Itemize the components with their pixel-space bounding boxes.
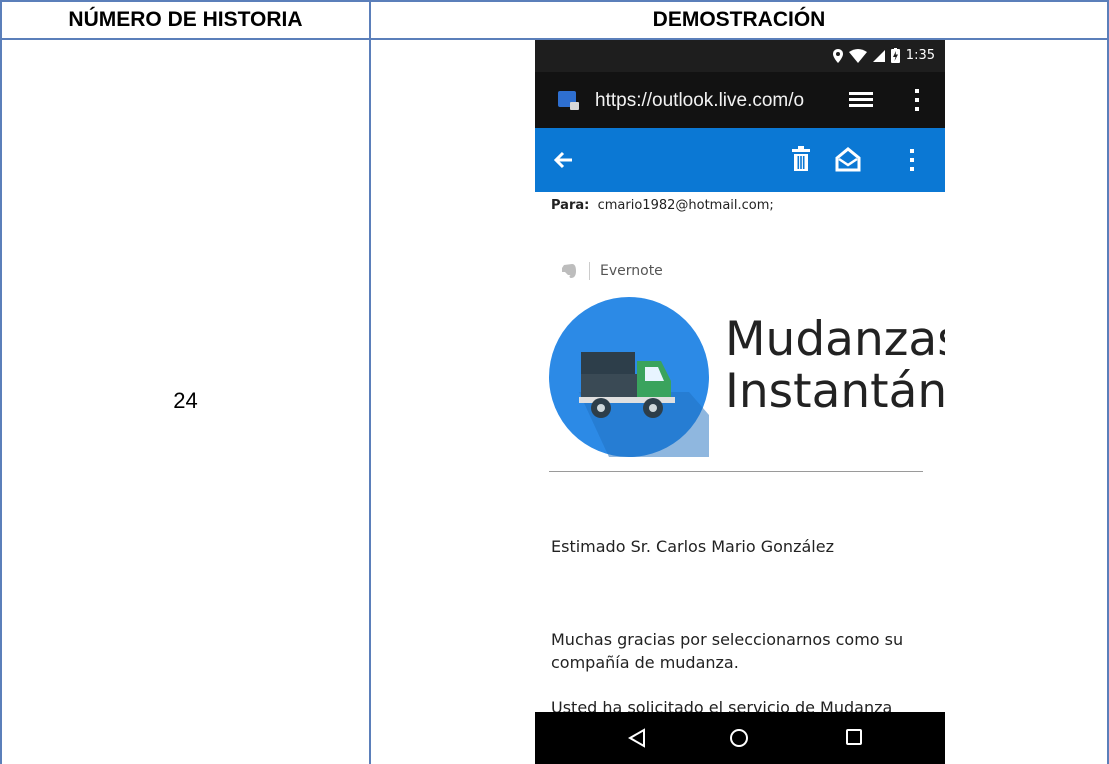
sender-app: Evernote <box>561 262 663 280</box>
browser-menu-icon[interactable] <box>912 88 922 112</box>
company-name-line1: Mudanzas <box>725 312 945 367</box>
android-nav-bar <box>535 712 945 764</box>
evernote-elephant-icon <box>562 264 576 278</box>
table-border-left <box>0 0 2 764</box>
header-rule <box>549 471 923 472</box>
recipient-line: Para: cmario1982@hotmail.com; <box>551 198 774 213</box>
to-label: Para: <box>551 198 590 213</box>
company-name-line2: Instantáne <box>725 364 945 419</box>
delete-icon[interactable] <box>791 146 811 172</box>
moving-truck-logo <box>549 297 709 457</box>
battery-charging-icon <box>890 48 900 63</box>
status-bar: 1:35 <box>535 40 945 72</box>
nav-home-icon[interactable] <box>729 728 749 748</box>
mail-app-bar <box>535 128 945 192</box>
table-column-divider <box>369 0 371 764</box>
email-body: Para: cmario1982@hotmail.com; Evernote M… <box>535 192 945 717</box>
more-options-icon[interactable] <box>907 148 917 172</box>
story-number-cell: 24 <box>173 388 198 413</box>
greeting: Estimado Sr. Carlos Mario González <box>551 537 834 556</box>
to-value[interactable]: cmario1982@hotmail.com; <box>598 198 774 213</box>
tabs-icon[interactable] <box>849 91 873 109</box>
lock-icon <box>570 102 579 110</box>
nav-recents-icon[interactable] <box>845 728 863 746</box>
header-demo: DEMOSTRACIÓN <box>652 8 826 31</box>
company-name: Mudanzas Instantáne <box>725 314 945 418</box>
nav-back-icon[interactable] <box>628 728 646 748</box>
status-time: 1:35 <box>905 48 935 63</box>
browser-url-bar[interactable]: https://outlook.live.com/o <box>535 72 945 128</box>
back-arrow-icon[interactable] <box>553 148 575 172</box>
location-icon <box>832 48 843 63</box>
url-text[interactable]: https://outlook.live.com/o <box>595 90 825 112</box>
signal-icon <box>872 49 885 62</box>
wifi-icon <box>848 48 867 63</box>
mark-unread-icon[interactable] <box>835 146 861 172</box>
divider <box>589 262 590 280</box>
body-paragraph: Muchas gracias por seleccionarnos como s… <box>551 630 904 672</box>
header-story-number: NÚMERO DE HISTORIA <box>68 8 303 31</box>
phone-screenshot: 1:35 https://outlook.live.com/o Para: cm… <box>535 40 945 764</box>
sender-app-name: Evernote <box>600 263 663 279</box>
